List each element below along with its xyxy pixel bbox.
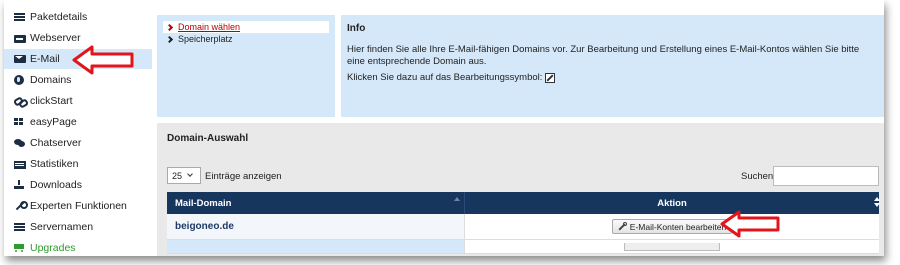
sidebar-item-paketdetails[interactable]: Paketdetails (4, 7, 152, 27)
sidebar-item-label: Upgrades (30, 242, 76, 254)
link-icon (14, 96, 26, 106)
sidebar-item-label: Experten Funktionen (30, 200, 127, 212)
action-cell: E-Mail-Konten bearbeiten (464, 214, 879, 240)
column-header-aktion[interactable]: Aktion (464, 192, 880, 214)
search-input[interactable] (773, 166, 879, 186)
sidebar-item-label: Domains (30, 74, 72, 86)
sidebar-item-clickstart[interactable]: clickStart (4, 91, 152, 111)
download-icon (14, 180, 26, 190)
info-hint-text: Klicken Sie dazu auf das Bearbeitungssym… (347, 72, 543, 83)
sidebar-item-easypage[interactable]: easyPage (4, 112, 152, 132)
grid-icon (14, 117, 26, 127)
page-length-value: 25 (172, 170, 183, 181)
sidebar-item-chatserver[interactable]: Chatserver (4, 133, 152, 153)
wrench-icon (14, 201, 28, 211)
list-icon (14, 12, 26, 22)
page-length-label: Einträge anzeigen (205, 171, 282, 182)
screenshot-frame: Paketdetails Webserver E-Mail Domains cl… (4, 0, 884, 256)
table-row (167, 240, 879, 254)
chevron-right-icon (165, 35, 174, 43)
edit-mail-accounts-button[interactable]: E-Mail-Konten bearbeiten (611, 219, 733, 234)
section-title: Domain-Auswahl (167, 133, 249, 144)
column-header-label: Mail-Domain (175, 197, 232, 209)
info-panel: Info Hier finden Sie alle Ihre E-Mail-fä… (341, 15, 884, 117)
column-header-label: Aktion (657, 197, 687, 209)
chat-icon (14, 138, 26, 148)
server-icon (14, 34, 26, 43)
sort-asc-icon (454, 197, 460, 201)
sidebar-item-label: Servernamen (30, 221, 94, 233)
search-label: Suchen (741, 171, 774, 182)
info-text: Hier finden Sie alle Ihre E-Mail-fähigen… (347, 44, 860, 67)
action-cell (464, 240, 879, 254)
annotation-arrow-icon (720, 210, 780, 238)
subnav-item-label: Domain wählen (178, 22, 241, 32)
sidebar-item-downloads[interactable]: Downloads (4, 175, 152, 195)
chevron-right-icon (165, 23, 174, 31)
sidebar-item-upgrades[interactable]: Upgrades (4, 238, 152, 256)
subnav-item-domain-waehlen[interactable]: Domain wählen (163, 21, 329, 33)
sidebar-item-servernamen[interactable]: Servernamen (4, 217, 152, 237)
sidebar-item-label: Chatserver (30, 137, 82, 149)
sidebar-item-label: Statistiken (30, 158, 79, 170)
sidebar-item-statistiken[interactable]: Statistiken (4, 154, 152, 174)
rows-icon (14, 222, 26, 232)
sidebar-item-label: Downloads (30, 179, 82, 191)
chevron-down-icon (187, 171, 193, 177)
sidebar-item-experten-funktionen[interactable]: Experten Funktionen (4, 196, 152, 216)
cart-icon (14, 243, 26, 253)
sidebar-item-label: Webserver (30, 32, 81, 44)
wrench-icon (618, 222, 627, 231)
subnav-item-label: Speicherplatz (178, 34, 233, 44)
column-header-mail-domain[interactable]: Mail-Domain (167, 192, 464, 214)
info-title: Info (347, 23, 366, 34)
edit-mail-accounts-button[interactable] (624, 242, 720, 251)
domain-cell: beigoneo.de (167, 214, 464, 240)
subnav-item-speicherplatz[interactable]: Speicherplatz (163, 33, 329, 45)
page-length-select[interactable]: 25 (167, 167, 201, 184)
annotation-arrow-icon (72, 45, 134, 75)
envelope-icon (14, 55, 26, 63)
sidebar-item-label: easyPage (30, 116, 77, 128)
sidebar: Paketdetails Webserver E-Mail Domains cl… (4, 0, 154, 256)
sidebar-item-label: E-Mail (30, 53, 60, 65)
bars-icon (14, 160, 26, 169)
button-label: E-Mail-Konten bearbeiten (629, 221, 727, 232)
globe-icon (14, 75, 24, 85)
sidebar-item-label: clickStart (30, 95, 73, 107)
sidebar-item-label: Paketdetails (30, 11, 88, 23)
edit-icon (545, 72, 556, 83)
info-hint: Klicken Sie dazu auf das Bearbeitungssym… (347, 72, 878, 83)
domain-cell (167, 240, 464, 254)
sub-navigation: Domain wählen Speicherplatz (157, 15, 335, 117)
